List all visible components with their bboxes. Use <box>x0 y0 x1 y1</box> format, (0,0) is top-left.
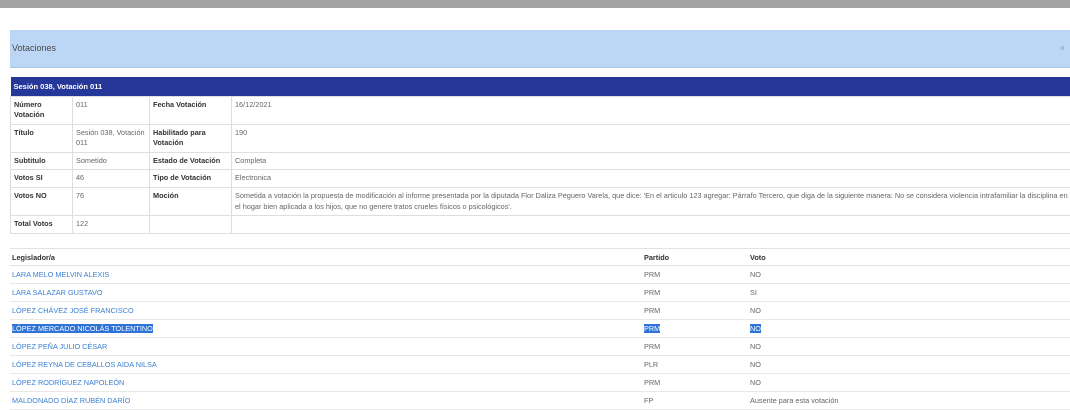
value-mocion: Sometida a votación la propuesta de modi… <box>230 186 1070 217</box>
empty-cell <box>149 215 232 234</box>
detail-row: Total Votos 122 <box>10 215 1070 234</box>
value-habilitado: 190 <box>230 123 1070 153</box>
value-subtitulo: Sometido <box>72 151 150 171</box>
legislator-link[interactable]: LÓPEZ CHÁVEZ JOSÉ FRANCISCO <box>12 306 134 315</box>
vote-cell: NO <box>748 373 1070 392</box>
table-row: LÓPEZ RODRÍGUEZ NAPOLEÓN PRM NO <box>10 373 1070 392</box>
detail-row: Votos SI 46 Tipo de Votación Electronica <box>10 169 1070 188</box>
table-row: LÓPEZ PEÑA JULIO CÉSAR PRM NO <box>10 337 1070 356</box>
modal-header: Votaciones × <box>10 30 1070 68</box>
party-cell: PRM <box>642 373 748 392</box>
label-estado: Estado de Votación <box>149 151 232 171</box>
detail-row: Título Sesión 038, Votación 011 Habilita… <box>10 123 1070 153</box>
vote-cell: NO <box>748 337 1070 356</box>
session-header: Sesión 038, Votación 011 <box>10 77 1070 96</box>
close-icon[interactable]: × <box>1060 43 1065 53</box>
modal-title: Votaciones <box>12 43 57 53</box>
label-votos-no: Votos NO <box>10 186 73 217</box>
vote-cell: NO <box>748 265 1070 284</box>
table-row: MALDONADO DÍAZ RUBÉN DARÍO FP Ausente pa… <box>10 391 1070 410</box>
empty-cell <box>230 215 1070 234</box>
legislator-link[interactable]: LÓPEZ RODRÍGUEZ NAPOLEÓN <box>12 378 124 387</box>
table-row: LARA SALAZAR GUSTAVO PRM SI <box>10 283 1070 302</box>
party-cell: PRM <box>642 301 748 320</box>
label-fecha-votacion: Fecha Votación <box>149 95 232 125</box>
label-mocion: Moción <box>149 186 232 217</box>
selection-highlight: LÓPEZ MERCADO NICOLÁS TOLENTINO <box>12 324 153 333</box>
value-votos-si: 46 <box>72 169 150 188</box>
party-cell: PRM <box>642 283 748 302</box>
party-cell: PRM <box>644 324 661 333</box>
value-total-votos: 122 <box>72 215 150 234</box>
party-cell: PRM <box>642 265 748 284</box>
vote-cell: Ausente para esta votación <box>748 391 1070 410</box>
label-numero-votacion: Número Votación <box>10 95 73 125</box>
value-tipo: Electronica <box>230 169 1070 188</box>
detail-row: Subtitulo Sometido Estado de Votación Co… <box>10 151 1070 171</box>
table-row: LARA MELO MELVIN ALEXIS PRM NO <box>10 265 1070 284</box>
value-estado: Completa <box>230 151 1070 171</box>
vote-cell: NO <box>750 324 761 333</box>
label-subtitulo: Subtitulo <box>10 151 73 171</box>
session-details-table: Sesión 038, Votación 011 Número Votación… <box>10 77 1070 234</box>
legislators-table: Legislador/a Partido Voto LARA MELO MELV… <box>10 248 1070 410</box>
value-votos-no: 76 <box>72 186 150 217</box>
legislator-link[interactable]: LÓPEZ REYNA DE CEBALLOS AIDA NILSA <box>12 360 157 369</box>
detail-row: Número Votación 011 Fecha Votación 16/12… <box>10 95 1070 125</box>
vote-cell: NO <box>748 301 1070 320</box>
vote-cell: SI <box>748 283 1070 302</box>
header-legislador: Legislador/a <box>10 248 642 266</box>
party-cell: PLR <box>642 355 748 374</box>
vote-cell: NO <box>748 355 1070 374</box>
detail-row: Votos NO 76 Moción Sometida a votación l… <box>10 186 1070 217</box>
legislator-link[interactable]: MALDONADO DÍAZ RUBÉN DARÍO <box>12 396 130 405</box>
header-voto: Voto <box>748 248 1070 266</box>
top-scroll-bar <box>0 0 1070 8</box>
value-fecha-votacion: 16/12/2021 <box>230 95 1070 125</box>
label-tipo: Tipo de Votación <box>149 169 232 188</box>
party-cell: PRM <box>642 337 748 356</box>
legislator-link[interactable]: LARA MELO MELVIN ALEXIS <box>12 270 109 279</box>
table-row: LÓPEZ CHÁVEZ JOSÉ FRANCISCO PRM NO <box>10 301 1070 320</box>
label-titulo: Título <box>10 123 73 153</box>
legislator-link[interactable]: LARA SALAZAR GUSTAVO <box>12 288 103 297</box>
value-numero-votacion: 011 <box>72 95 150 125</box>
party-cell: FP <box>642 391 748 410</box>
legislator-link[interactable]: LÓPEZ MERCADO NICOLÁS TOLENTINO <box>12 324 153 333</box>
header-partido: Partido <box>642 248 748 266</box>
legislator-link[interactable]: LÓPEZ PEÑA JULIO CÉSAR <box>12 342 107 351</box>
table-row-selected: LÓPEZ MERCADO NICOLÁS TOLENTINO PRM NO <box>10 319 1070 338</box>
table-row: LÓPEZ REYNA DE CEBALLOS AIDA NILSA PLR N… <box>10 355 1070 374</box>
label-habilitado: Habilitado para Votación <box>149 123 232 153</box>
label-total-votos: Total Votos <box>10 215 73 234</box>
label-votos-si: Votos SI <box>10 169 73 188</box>
table-header-row: Legislador/a Partido Voto <box>10 248 1070 266</box>
value-titulo: Sesión 038, Votación 011 <box>72 123 150 153</box>
